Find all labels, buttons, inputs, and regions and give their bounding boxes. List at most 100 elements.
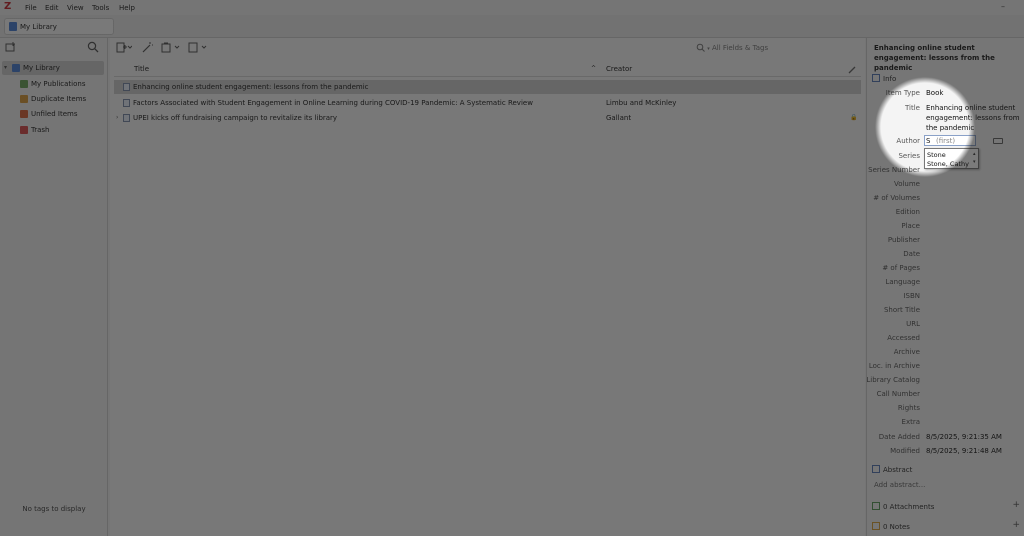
abstract-input[interactable]: Add abstract... xyxy=(874,481,925,489)
expand-icon[interactable]: › xyxy=(116,114,118,121)
field-label-date: Date xyxy=(903,250,920,258)
column-title[interactable]: Title xyxy=(134,65,149,73)
add-attachment-button[interactable]: + xyxy=(1012,500,1020,510)
library-icon xyxy=(12,64,20,72)
item-creator: Limbu and McKinley xyxy=(606,99,677,107)
author-placeholder: (first) xyxy=(936,137,956,145)
tags-empty-message: No tags to display xyxy=(22,505,86,513)
field-label-isbn: ISBN xyxy=(903,292,920,300)
field-label-author: Author xyxy=(896,137,920,145)
minimize-icon[interactable]: – xyxy=(1001,3,1005,11)
notes-section-header[interactable]: 0 Notes xyxy=(872,522,910,531)
tab-my-library[interactable]: My Library xyxy=(4,18,114,35)
items-pane: ▾ All Fields & Tags Title ^ Creator Enha… xyxy=(110,38,865,536)
field-label-num-pages: # of Pages xyxy=(882,264,920,272)
collection-my-publications[interactable]: My Publications xyxy=(2,77,104,91)
sort-ascending-icon[interactable]: ^ xyxy=(591,65,596,72)
search-mode-dropdown-icon[interactable]: ▾ xyxy=(707,46,710,52)
field-label-short-title: Short Title xyxy=(883,306,920,314)
field-label-call-number: Call Number xyxy=(876,390,920,398)
add-attachment-icon[interactable] xyxy=(161,42,181,53)
new-note-icon[interactable] xyxy=(188,42,208,53)
new-collection-icon[interactable] xyxy=(5,42,16,52)
collection-unfiled-items[interactable]: Unfiled Items xyxy=(2,107,104,121)
author-first-name-input[interactable]: S (first) xyxy=(924,135,976,146)
collections-pane: ▾ My Library My Publications Duplicate I… xyxy=(0,38,108,536)
collection-trash[interactable]: Trash xyxy=(2,123,104,137)
tab-bar: My Library xyxy=(0,15,1024,38)
column-picker-icon[interactable] xyxy=(848,65,857,74)
attachment-icon xyxy=(872,502,880,510)
switch-name-format-icon[interactable] xyxy=(993,138,1003,144)
collection-label: Duplicate Items xyxy=(31,95,87,103)
field-label-date-added: Date Added xyxy=(878,433,920,441)
field-value-title-line2[interactable]: engagement: lessons from xyxy=(926,114,1020,122)
menu-file[interactable]: File xyxy=(25,4,37,12)
collapse-icon[interactable]: ▾ xyxy=(4,64,7,71)
author-typed-text: S xyxy=(926,137,931,145)
field-label-volume: Volume xyxy=(893,180,920,188)
field-label-language: Language xyxy=(885,278,920,286)
field-label-series: Series xyxy=(898,152,920,160)
collection-search-icon[interactable] xyxy=(87,41,99,53)
collection-my-library[interactable]: ▾ My Library xyxy=(2,61,104,75)
field-label-place: Place xyxy=(901,222,920,230)
item-row[interactable]: Enhancing online student engagement: les… xyxy=(114,80,861,94)
book-icon xyxy=(123,83,130,91)
field-label-publisher: Publisher xyxy=(887,236,920,244)
field-label-num-volumes: # of Volumes xyxy=(873,194,920,202)
collection-label: My Library xyxy=(23,64,60,72)
trash-icon xyxy=(20,126,28,134)
attachment-lock-icon[interactable]: 🔒 xyxy=(850,114,857,121)
field-value-title-line1[interactable]: Enhancing online student xyxy=(926,104,1015,112)
magic-wand-icon[interactable] xyxy=(141,42,153,53)
menu-tools[interactable]: Tools xyxy=(92,4,109,12)
item-pane-title: Enhancing online student engagement: les… xyxy=(874,44,995,72)
menu-bar: Z File Edit View Tools Help – xyxy=(0,0,1024,15)
field-label-loc-in-archive: Loc. in Archive xyxy=(868,362,920,370)
tab-label: My Library xyxy=(20,23,57,31)
info-section-header[interactable]: Info xyxy=(872,74,896,83)
item-pane: Enhancing online student engagement: les… xyxy=(866,38,1024,536)
search-field[interactable]: ▾ All Fields & Tags xyxy=(696,43,768,52)
field-label-title: Title xyxy=(904,104,920,112)
attachments-section-label: 0 Attachments xyxy=(883,503,935,511)
collection-duplicate-items[interactable]: Duplicate Items xyxy=(2,92,104,106)
field-value-modified: 8/5/2025, 9:21:48 AM xyxy=(926,447,1002,455)
item-row[interactable]: › UPEI kicks off fundraising campaign to… xyxy=(114,111,861,125)
menu-view[interactable]: View xyxy=(67,4,84,12)
item-title: Enhancing online student engagement: les… xyxy=(133,83,369,91)
column-creator[interactable]: Creator xyxy=(606,65,632,73)
menu-help[interactable]: Help xyxy=(119,4,135,12)
field-label-archive: Archive xyxy=(893,348,920,356)
attachments-section-header[interactable]: 0 Attachments xyxy=(872,502,934,511)
field-label-library-catalog: Library Catalog xyxy=(866,376,920,384)
new-item-icon[interactable] xyxy=(116,42,132,53)
field-value-item-type[interactable]: Book xyxy=(926,89,943,97)
item-row[interactable]: Factors Associated with Student Engageme… xyxy=(114,96,861,110)
autocomplete-option[interactable]: Stone xyxy=(927,151,946,159)
app-logo: Z xyxy=(4,1,12,12)
field-label-series-number: Series Number xyxy=(868,166,920,174)
field-value-title-line3[interactable]: the pandemic xyxy=(926,124,974,132)
unfiled-icon xyxy=(20,110,28,118)
autocomplete-scrollbar[interactable]: ▴ ▾ xyxy=(973,150,977,167)
field-label-accessed: Accessed xyxy=(887,334,920,342)
author-autocomplete-dropdown: Stone Stone, Cathy ▴ ▾ xyxy=(924,148,979,169)
collection-label: Trash xyxy=(31,126,50,134)
newspaper-article-icon xyxy=(123,114,130,122)
add-note-button[interactable]: + xyxy=(1012,520,1020,530)
journal-article-icon xyxy=(123,99,130,107)
autocomplete-option[interactable]: Stone, Cathy xyxy=(927,160,969,168)
menu-edit[interactable]: Edit xyxy=(45,4,59,12)
notes-section-label: 0 Notes xyxy=(883,523,910,531)
abstract-section-header[interactable]: Abstract xyxy=(872,465,912,474)
collection-label: My Publications xyxy=(31,80,86,88)
search-icon xyxy=(696,43,705,52)
field-label-url: URL xyxy=(906,320,920,328)
collection-label: Unfiled Items xyxy=(31,110,78,118)
field-label-item-type: Item Type xyxy=(885,89,920,97)
info-icon xyxy=(872,74,880,82)
abstract-section-label: Abstract xyxy=(883,466,913,474)
info-section-label: Info xyxy=(883,75,897,83)
